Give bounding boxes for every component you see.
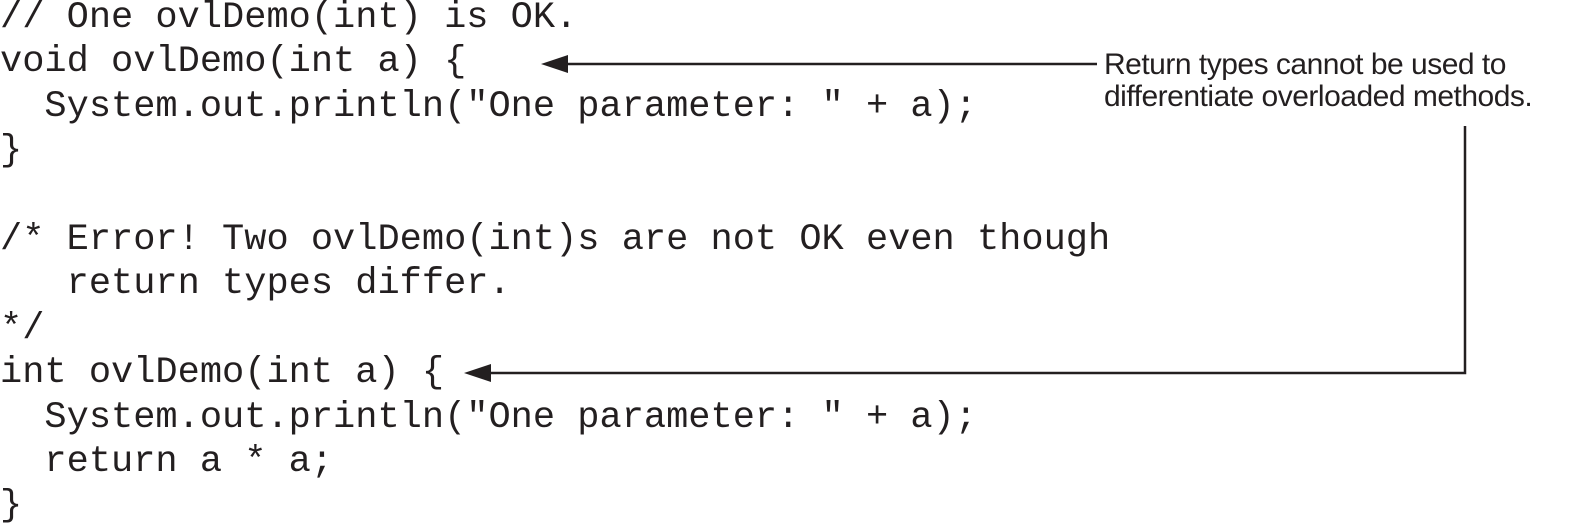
- bottom-arrow-head: [464, 364, 491, 382]
- callout-arrows: [464, 55, 1467, 382]
- top-arrow-head: [541, 55, 568, 73]
- bottom-arrow-connector: [488, 126, 1467, 375]
